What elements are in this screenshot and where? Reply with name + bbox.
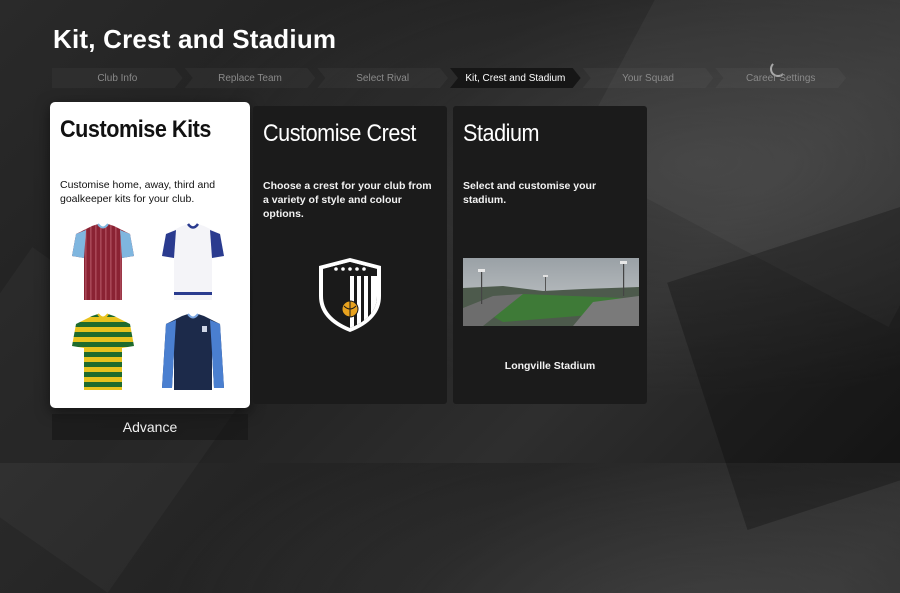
card-description: Customise home, away, third and goalkeep…: [60, 179, 216, 205]
third-kit-icon: [72, 313, 134, 390]
away-kit-icon: [162, 223, 224, 300]
step-replace-team[interactable]: Replace Team: [185, 68, 316, 88]
stadium-name: Longville Stadium: [504, 360, 596, 372]
card-title: Customise Kits: [60, 116, 211, 143]
advance-button[interactable]: Advance: [52, 414, 248, 440]
card-description: Select and customise your stadium.: [463, 180, 597, 206]
customise-kits-card[interactable]: Customise Kits Customise home, away, thi…: [50, 102, 250, 408]
club-crest-icon: [319, 258, 381, 332]
step-club-info[interactable]: Club Info: [52, 68, 183, 88]
step-select-rival[interactable]: Select Rival: [317, 68, 448, 88]
progress-steps: Club Info Replace Team Select Rival Kit,…: [52, 68, 848, 88]
goalkeeper-kit-icon: [162, 313, 224, 390]
step-your-squad[interactable]: Your Squad: [583, 68, 714, 88]
home-kit-icon: [72, 223, 134, 300]
stadium-card[interactable]: Stadium Select and customise your stadiu…: [453, 106, 647, 404]
card-title: Stadium: [463, 120, 540, 147]
stadium-preview-image: [463, 258, 639, 326]
step-career-settings[interactable]: Career Settings: [715, 68, 846, 88]
customise-crest-card[interactable]: Customise Crest Choose a crest for your …: [253, 106, 447, 404]
card-title: Customise Crest: [263, 120, 416, 147]
step-kit-crest-stadium[interactable]: Kit, Crest and Stadium: [450, 68, 581, 88]
page-title: Kit, Crest and Stadium: [53, 24, 337, 54]
card-description: Choose a crest for your club from a vari…: [263, 180, 432, 220]
